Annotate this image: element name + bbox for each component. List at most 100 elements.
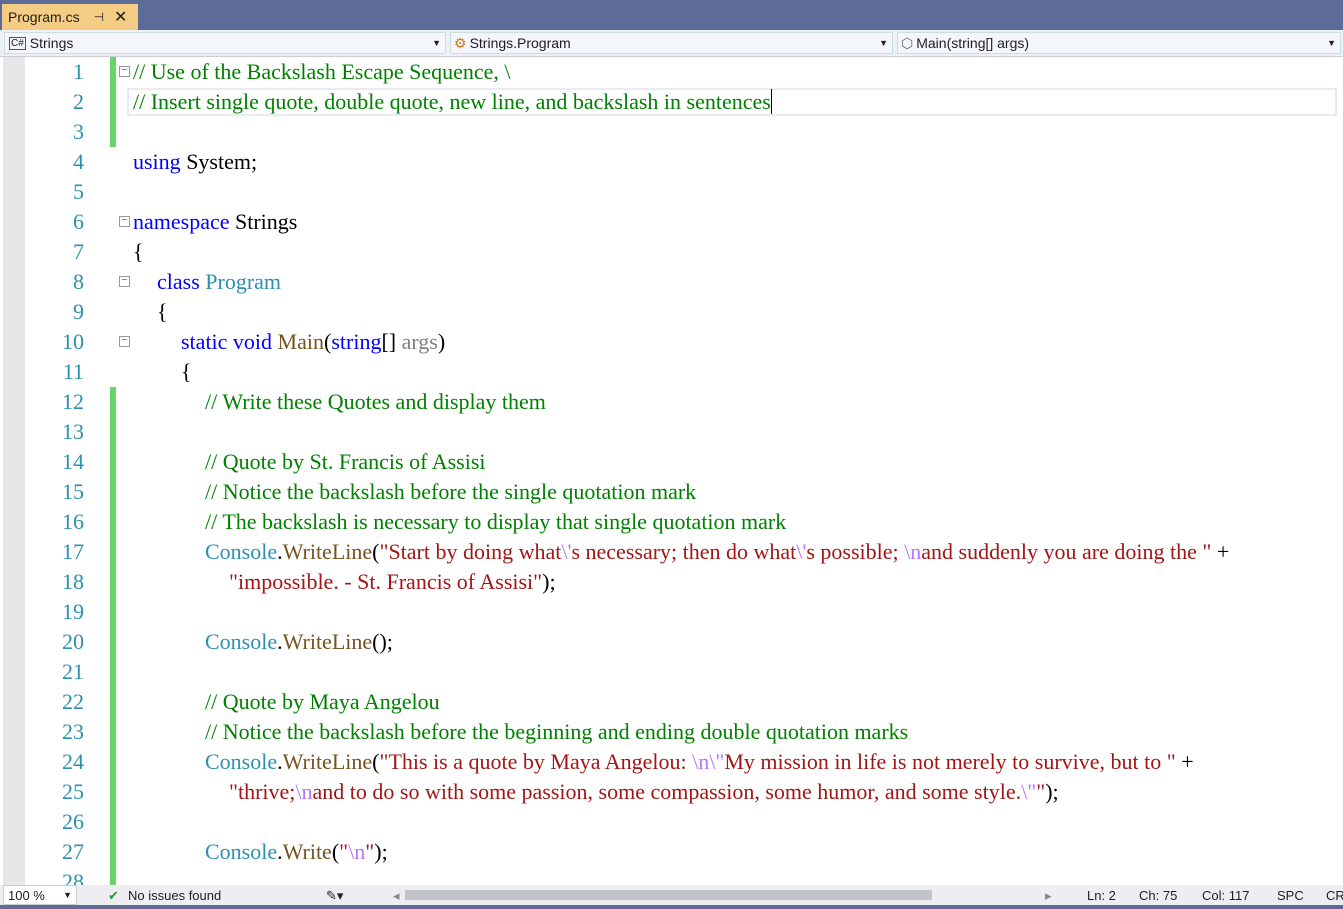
code-line[interactable]: 7{ [0, 237, 1343, 267]
code-line[interactable]: 5 [0, 177, 1343, 207]
code-line[interactable]: 27 Console.Write("\n"); [0, 837, 1343, 867]
code-text: // Insert single quote, double quote, ne… [133, 87, 772, 117]
line-number: 28 [62, 869, 84, 885]
code-line[interactable]: 28 [0, 867, 1343, 885]
project-label: Strings [29, 35, 74, 51]
token-plain: Strings [229, 209, 298, 234]
code-line[interactable]: 3 [0, 117, 1343, 147]
token-escape: \" [1021, 779, 1037, 804]
line-number: 25 [62, 779, 84, 804]
code-line[interactable]: 12 // Write these Quotes and display them [0, 387, 1343, 417]
code-line[interactable]: 21 [0, 657, 1343, 687]
code-line[interactable]: 17 Console.WriteLine("Start by doing what… [0, 537, 1343, 567]
token-type: Console [205, 749, 278, 774]
code-editor[interactable]: 1−// Use of the Backslash Escape Sequenc… [0, 57, 1343, 885]
method-icon: ⬡ [901, 34, 914, 51]
line-number: 1 [73, 59, 84, 84]
cleanup-icon[interactable]: ✎▾ [326, 888, 343, 904]
code-line[interactable]: 19 [0, 597, 1343, 627]
token-type: Program [205, 269, 282, 294]
class-dropdown[interactable]: ⚙ Strings.Program ▼ [450, 32, 893, 54]
change-marker [110, 387, 116, 417]
line-number: 14 [62, 449, 84, 474]
code-text: class Program [157, 267, 281, 297]
code-text: { [157, 297, 168, 327]
line-number: 26 [62, 809, 84, 834]
code-line[interactable]: 14 // Quote by St. Francis of Assisi [0, 447, 1343, 477]
token-string: and suddenly you are doing the " [921, 539, 1212, 564]
line-number: 10 [62, 329, 84, 354]
code-text: // Notice the backslash before the begin… [205, 717, 908, 747]
token-type: Console [205, 839, 278, 864]
code-line[interactable]: 6 − namespace Strings [0, 207, 1343, 237]
code-line[interactable]: 16 // The backslash is necessary to displ… [0, 507, 1343, 537]
code-text: // Quote by St. Francis of Assisi [205, 447, 486, 477]
token-string: "Start by doing what [379, 539, 562, 564]
tab-program-cs[interactable]: Program.cs ⊣ ✕ [2, 4, 138, 30]
line-number: 24 [62, 749, 84, 774]
zoom-dropdown[interactable]: 100 % ▼ [3, 885, 77, 905]
token-type: Console [205, 629, 278, 654]
pin-icon[interactable]: ⊣ [94, 10, 104, 24]
code-line[interactable]: 4 using System; [0, 147, 1343, 177]
code-line[interactable]: 23 // Notice the backslash before the beg… [0, 717, 1343, 747]
horizontal-scrollbar[interactable] [405, 890, 932, 900]
token-plain: { [157, 299, 168, 324]
code-text: // Quote by Maya Angelou [205, 687, 440, 717]
line-number: 5 [73, 179, 84, 204]
collapse-icon[interactable]: − [119, 336, 130, 347]
code-line[interactable]: 11 { [0, 357, 1343, 387]
change-marker [110, 447, 116, 477]
project-dropdown[interactable]: C# Strings ▼ [4, 32, 446, 54]
change-marker [110, 747, 116, 777]
code-line[interactable]: 10 − static void Main(string[] args) [0, 327, 1343, 357]
collapse-icon[interactable]: − [119, 276, 130, 287]
token-escape: \n [295, 779, 313, 804]
token-string: "thrive; [229, 779, 296, 804]
issues-status[interactable]: No issues found [128, 888, 221, 903]
change-marker [110, 57, 116, 87]
code-line[interactable]: 22 // Quote by Maya Angelou [0, 687, 1343, 717]
line-number: 11 [62, 359, 84, 384]
whitespace-mode[interactable]: SPC [1277, 888, 1304, 903]
code-line[interactable]: 24 Console.WriteLine("This is a quote by … [0, 747, 1343, 777]
line-number: 23 [62, 719, 84, 744]
token-string: "impossible. - St. Francis of Assisi" [229, 569, 543, 594]
code-line[interactable]: 13 [0, 417, 1343, 447]
token-escape: \n\" [692, 749, 725, 774]
text-cursor [770, 89, 772, 114]
change-marker [110, 867, 116, 885]
line-number: 8 [73, 269, 84, 294]
collapse-icon[interactable]: − [119, 216, 130, 227]
change-marker [110, 837, 116, 867]
line-number: 18 [62, 569, 84, 594]
code-line[interactable]: 1 −// Use of the Backslash Escape Sequenc… [0, 57, 1343, 87]
token-plain: [] [381, 329, 402, 354]
token-keyword: string [331, 329, 382, 354]
code-line[interactable]: 18 "impossible. - St. Francis of Assisi")… [0, 567, 1343, 597]
code-line[interactable]: 15 // Notice the backslash before the sin… [0, 477, 1343, 507]
code-line[interactable]: 9{ [0, 297, 1343, 327]
line-ending[interactable]: CRLF [1326, 888, 1343, 903]
scroll-right-icon[interactable]: ▸ [1045, 888, 1052, 904]
code-line[interactable]: 2 // Insert single quote, double quote, n… [0, 87, 1343, 117]
token-plain: { [133, 239, 144, 264]
scroll-left-icon[interactable]: ◂ [393, 888, 400, 904]
change-marker [110, 117, 116, 147]
token-string: My mission in life is not merely to surv… [724, 749, 1176, 774]
code-line[interactable]: 8 − class Program [0, 267, 1343, 297]
collapse-icon[interactable]: − [119, 66, 130, 77]
member-label: Main(string[] args) [916, 35, 1030, 51]
code-text: // The backslash is necessary to display… [205, 507, 786, 537]
token-comment: // The backslash is necessary to display… [205, 509, 787, 534]
code-line[interactable]: 20 Console.WriteLine(); [0, 627, 1343, 657]
close-icon[interactable]: ✕ [114, 7, 127, 27]
line-number: 6 [73, 209, 84, 234]
token-keyword: class [157, 269, 200, 294]
token-escape: \' [796, 539, 807, 564]
code-line[interactable]: 25 "thrive;\nand to do so with some passi… [0, 777, 1343, 807]
code-line[interactable]: 26 [0, 807, 1343, 837]
member-dropdown[interactable]: ⬡ Main(string[] args) ▼ [897, 32, 1341, 54]
token-comment: // Quote by Maya Angelou [205, 689, 440, 714]
code-text: using System; [133, 147, 257, 177]
